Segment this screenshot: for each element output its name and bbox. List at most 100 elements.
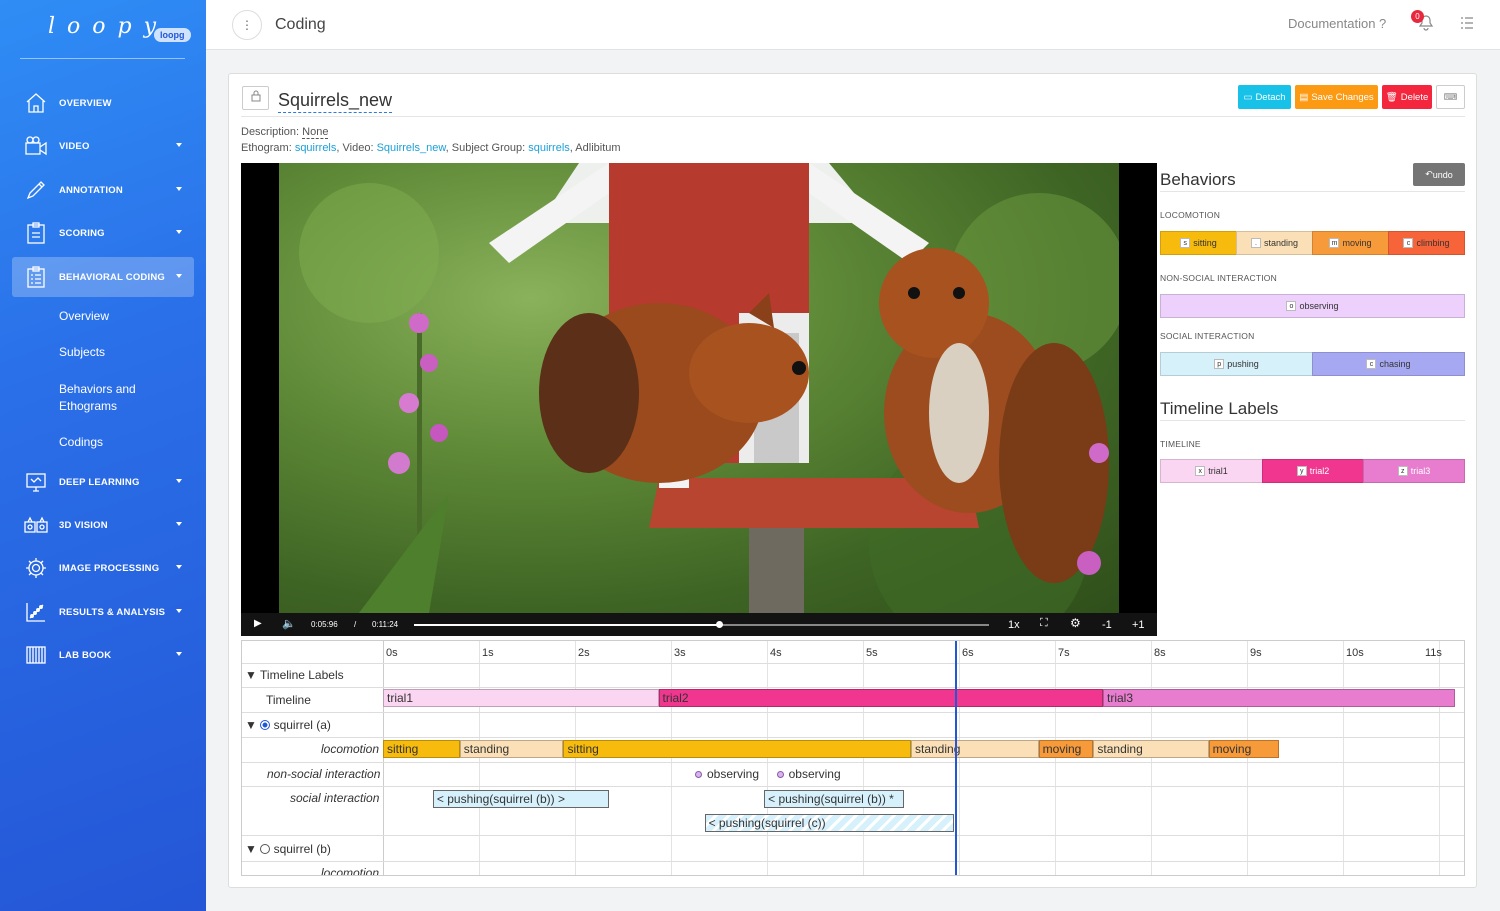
save-changes-button[interactable]: ▤ Save Changes: [1295, 85, 1378, 109]
subnav-subjects[interactable]: Subjects: [59, 344, 105, 361]
label-text: trial2: [1309, 466, 1330, 476]
observing-event[interactable]: observing: [776, 767, 841, 781]
fullscreen-icon[interactable]: ⛶: [1040, 617, 1048, 630]
radio-empty-icon[interactable]: [260, 844, 271, 854]
video-player[interactable]: ▶ 🔈 0:05:96 / 0:11:24 1x ⛶ ⚙ -1 +1: [241, 163, 1157, 636]
row-line: [242, 737, 1464, 738]
grid-line: [1247, 641, 1248, 875]
trial-segment[interactable]: trial2: [658, 689, 1103, 707]
chevron-down-icon: [176, 143, 182, 147]
interaction-segment[interactable]: < pushing(squirrel (c)): [704, 814, 955, 832]
label-trial3-button[interactable]: z trial3: [1363, 459, 1465, 483]
locomotion-segment[interactable]: standing: [1093, 740, 1209, 758]
subject-group-link[interactable]: squirrels: [528, 142, 570, 154]
sidebar-item-label: VIDEO: [59, 140, 90, 152]
label-trial2-button[interactable]: y trial2: [1262, 459, 1364, 483]
radio-selected-icon[interactable]: [260, 720, 271, 730]
behavior-standing-button[interactable]: . standing: [1236, 231, 1313, 255]
coding-name-field[interactable]: Squirrels_new: [278, 90, 393, 113]
volume-icon[interactable]: 🔈: [282, 617, 296, 630]
sidebar-item-label: LAB BOOK: [59, 649, 112, 661]
seek-bar[interactable]: [414, 621, 989, 628]
documentation-link[interactable]: Documentation ?: [1288, 16, 1386, 31]
step-back-button[interactable]: -1: [1102, 619, 1112, 631]
sidebar-item-3d-vision[interactable]: 3D VISION: [12, 505, 194, 545]
locomotion-segment[interactable]: moving: [1208, 740, 1279, 758]
tick-label: 1s: [482, 647, 494, 659]
description-value[interactable]: None: [302, 126, 329, 139]
sidebar-item-behavioral-coding[interactable]: BEHAVIORAL CODING: [12, 257, 194, 297]
settings-gear-icon[interactable]: ⚙: [1070, 616, 1081, 630]
behavior-pushing-button[interactable]: p pushing: [1160, 352, 1313, 376]
ethogram-link[interactable]: squirrels: [295, 142, 337, 154]
logo-badge: loopg: [154, 28, 191, 42]
label-trial1-button[interactable]: x trial1: [1160, 459, 1263, 483]
behavior-chasing-button[interactable]: c chasing: [1312, 352, 1465, 376]
coding-timeline[interactable]: 0s 1s 2s 3s 4s 5s 6s 7s 8s 9s 10s 11s ▼ Timeline La…: [241, 640, 1465, 876]
locomotion-segment[interactable]: moving: [1038, 740, 1094, 758]
sidebar-item-overview[interactable]: OVERVIEW: [12, 83, 194, 123]
group-toggle-timeline[interactable]: ▼ Timeline Labels: [245, 668, 344, 682]
monitor-icon: [24, 470, 48, 494]
subnav-codings[interactable]: Codings: [59, 434, 103, 451]
video-link[interactable]: Squirrels_new: [377, 142, 446, 154]
clipboard-list-icon: [24, 265, 48, 289]
sidebar-item-image-processing[interactable]: IMAGE PROCESSING: [12, 548, 194, 588]
playback-speed[interactable]: 1x: [1008, 619, 1020, 631]
subnav-overview[interactable]: Overview: [59, 308, 109, 325]
grid-line: [575, 641, 576, 875]
locomotion-segment[interactable]: standing: [911, 740, 1039, 758]
trash-icon: 🗑: [1385, 91, 1398, 103]
observing-event[interactable]: observing: [695, 767, 759, 781]
sidebar-item-label: OVERVIEW: [59, 97, 112, 109]
locomotion-segment[interactable]: sitting: [563, 740, 911, 758]
lock-button[interactable]: [242, 86, 269, 110]
triangle-down-icon: ▼: [245, 668, 257, 682]
video-camera-icon: [24, 134, 48, 158]
undo-button[interactable]: ↶ undo: [1413, 163, 1465, 186]
sidebar-item-annotation[interactable]: ANNOTATION: [12, 170, 194, 210]
detach-button[interactable]: ▭ Detach: [1238, 85, 1291, 109]
behavior-observing-button[interactable]: o observing: [1160, 294, 1465, 318]
step-forward-button[interactable]: +1: [1132, 619, 1145, 631]
seek-handle[interactable]: [715, 621, 723, 628]
shortcut-key: c: [1403, 238, 1414, 248]
sidebar-item-deep-learning[interactable]: DEEP LEARNING: [12, 462, 194, 502]
row-label-social: social interaction: [290, 791, 380, 805]
behavior-moving-button[interactable]: m moving: [1312, 231, 1389, 255]
trial-segment[interactable]: trial1: [383, 689, 659, 707]
subject-toggle-a[interactable]: ▼ squirrel (a): [245, 718, 331, 732]
top-bar: ⋮ Coding Documentation ? 0: [206, 0, 1500, 50]
tick-label: 0s: [386, 647, 398, 659]
sidebar-item-video[interactable]: VIDEO: [12, 126, 194, 166]
app-logo[interactable]: loopy: [48, 14, 168, 39]
list-icon[interactable]: [1460, 16, 1474, 35]
play-icon[interactable]: ▶: [254, 618, 262, 629]
trial-segment[interactable]: trial3: [1103, 689, 1456, 707]
stereo-camera-icon: [24, 513, 48, 537]
subnav-behaviors-ethograms[interactable]: Behaviors and Ethograms: [59, 381, 169, 415]
keyboard-button[interactable]: ⌨: [1436, 85, 1465, 109]
detach-icon: ▭: [1243, 91, 1253, 103]
behavior-climbing-button[interactable]: c climbing: [1388, 231, 1465, 255]
subject-toggle-b[interactable]: ▼ squirrel (b): [245, 842, 331, 856]
grid-line: [1439, 641, 1440, 875]
coding-card: Squirrels_new ▭ Detach ▤ Save Changes 🗑 Del…: [228, 73, 1477, 888]
sidebar-item-results-analysis[interactable]: RESULTS & ANALYSIS: [12, 592, 194, 632]
menu-toggle-button[interactable]: ⋮: [232, 10, 262, 40]
time-separator: /: [354, 620, 357, 629]
sidebar-item-lab-book[interactable]: LAB BOOK: [12, 635, 194, 675]
interaction-segment[interactable]: < pushing(squirrel (b)) *: [764, 790, 905, 808]
header-divider: [241, 116, 1465, 117]
playhead-cursor[interactable]: [955, 641, 958, 875]
behavior-sitting-button[interactable]: s sitting: [1160, 231, 1237, 255]
coding-mode: , Adlibitum: [569, 142, 621, 154]
delete-button[interactable]: 🗑 Delete: [1382, 85, 1432, 109]
event-label: observing: [788, 767, 841, 781]
video-frame: [279, 163, 1129, 636]
interaction-segment[interactable]: < pushing(squirrel (b)) >: [432, 790, 609, 808]
event-label: observing: [707, 767, 760, 781]
locomotion-segment[interactable]: standing: [459, 740, 564, 758]
locomotion-segment[interactable]: sitting: [383, 740, 460, 758]
sidebar-item-scoring[interactable]: SCORING: [12, 213, 194, 253]
